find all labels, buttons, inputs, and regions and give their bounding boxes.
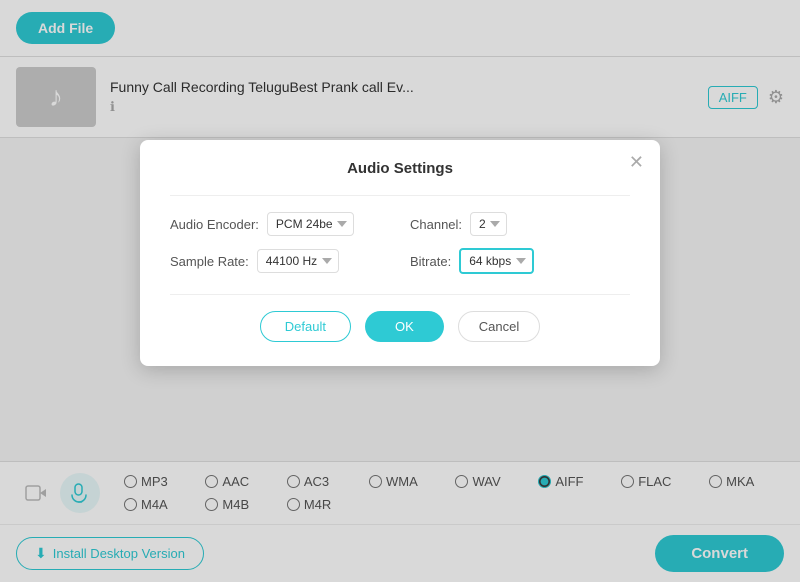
modal-close-button[interactable]: ✕	[629, 152, 644, 173]
modal-bottom-divider	[170, 294, 630, 295]
audio-encoder-label: Audio Encoder:	[170, 217, 259, 232]
audio-encoder-row: Audio Encoder: PCM 24be	[170, 212, 390, 236]
modal-top-divider	[170, 195, 630, 196]
bitrate-row: Bitrate: 64 kbps	[410, 248, 630, 274]
default-button[interactable]: Default	[260, 311, 351, 342]
sample-rate-row: Sample Rate: 44100 Hz	[170, 248, 390, 274]
modal-overlay: ✕ Audio Settings Audio Encoder: PCM 24be…	[0, 0, 800, 582]
modal-buttons: Default OK Cancel	[170, 311, 630, 342]
modal-title: Audio Settings	[170, 160, 630, 177]
settings-grid: Audio Encoder: PCM 24be Channel: 2 Sampl…	[170, 212, 630, 274]
channel-row: Channel: 2	[410, 212, 630, 236]
sample-rate-select[interactable]: 44100 Hz	[257, 249, 339, 273]
sample-rate-label: Sample Rate:	[170, 254, 249, 269]
ok-button[interactable]: OK	[365, 311, 444, 342]
channel-label: Channel:	[410, 217, 462, 232]
channel-select[interactable]: 2	[470, 212, 507, 236]
audio-settings-modal: ✕ Audio Settings Audio Encoder: PCM 24be…	[140, 140, 660, 366]
audio-encoder-select[interactable]: PCM 24be	[267, 212, 354, 236]
cancel-button[interactable]: Cancel	[458, 311, 540, 342]
bitrate-select[interactable]: 64 kbps	[459, 248, 534, 274]
bitrate-label: Bitrate:	[410, 254, 451, 269]
